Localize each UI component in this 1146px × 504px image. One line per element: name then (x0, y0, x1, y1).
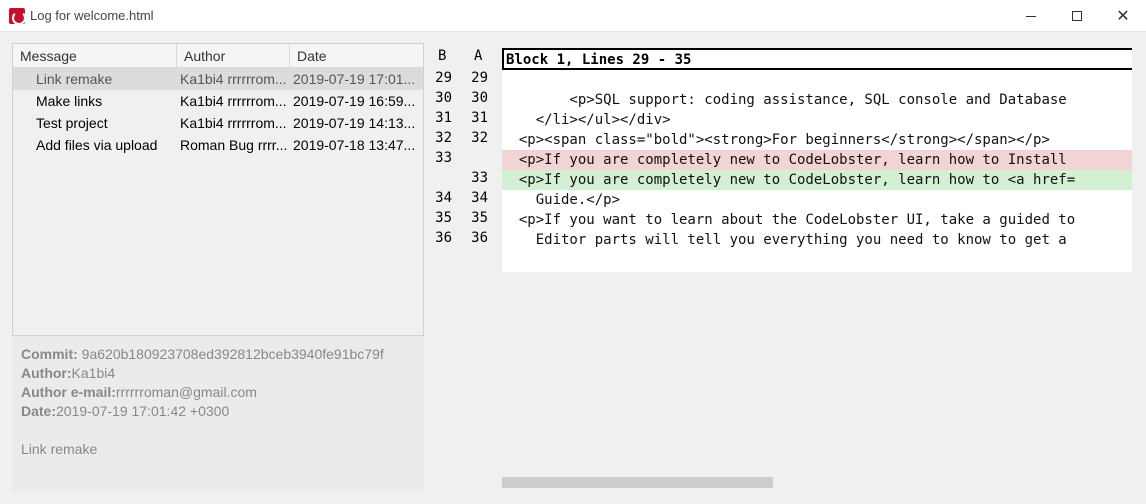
commit-label: Commit: (21, 346, 78, 362)
code-line: Guide.</p> (502, 192, 621, 208)
app-icon (9, 8, 26, 25)
line-number-before: 35 (435, 210, 452, 226)
column-header-message[interactable]: Message (13, 44, 177, 68)
column-header-date[interactable]: Date (290, 44, 423, 68)
row-date: 2019-07-18 13:47... (293, 137, 416, 153)
code-line: <p>SQL support: coding assistance, SQL c… (502, 92, 1067, 108)
row-message: Make links (36, 93, 103, 109)
table-header: Message Author Date (13, 44, 423, 68)
line-number-after: 36 (471, 230, 488, 246)
line-number-before: 33 (435, 150, 452, 166)
line-number-after: 33 (471, 170, 488, 186)
commit-hash: 9a620b180923708ed392812bceb3940fe91bc79f (77, 346, 384, 362)
close-icon: ✕ (1116, 8, 1130, 25)
code-line-added: <p>If you are completely new to CodeLobs… (502, 170, 1132, 190)
date-label: Date: (21, 403, 57, 419)
code-line: </li></ul></div> (502, 112, 671, 128)
commit-log-table[interactable]: Message Author Date Link remake Ka1bi4 r… (12, 43, 424, 336)
row-message: Test project (36, 115, 108, 131)
code-line-removed: <p>If you are completely new to CodeLobs… (502, 150, 1132, 170)
line-number-after: 35 (471, 210, 488, 226)
gutter-row: 29 29 (432, 68, 502, 88)
line-number-after: 34 (471, 190, 488, 206)
commit-hash-line: Commit: 9a620b180923708ed392812bceb3940f… (21, 345, 415, 364)
minimize-button[interactable] (1008, 0, 1054, 32)
author-line: Author:Ka1bi4 (21, 364, 415, 383)
author-value: Ka1bi4 (71, 365, 116, 381)
date-line: Date:2019-07-19 17:01:42 +0300 (21, 402, 415, 421)
code-line: Editor parts will tell you everything yo… (502, 232, 1067, 248)
title-bar: Log for welcome.html ✕ (0, 0, 1146, 32)
row-author: Ka1bi4 rrrrrrom... (180, 115, 287, 131)
table-row[interactable]: Test project Ka1bi4 rrrrrrom... 2019-07-… (13, 112, 423, 134)
minimize-icon (1026, 15, 1036, 17)
line-number-after: 29 (471, 70, 488, 86)
maximize-icon (1072, 11, 1082, 21)
line-number-before: 31 (435, 110, 452, 126)
line-number-after: 32 (471, 130, 488, 146)
table-row[interactable]: Link remake Ka1bi4 rrrrrrom... 2019-07-1… (13, 68, 423, 90)
row-author: Ka1bi4 rrrrrrom... (180, 71, 287, 87)
gutter-row: 30 30 (432, 88, 502, 108)
bottom-edge (0, 492, 1146, 504)
gutter-header-after: A (474, 48, 483, 64)
maximize-button[interactable] (1054, 0, 1100, 32)
column-header-author[interactable]: Author (177, 44, 290, 68)
email-label: Author e-mail: (21, 384, 116, 400)
email-line: Author e-mail:rrrrrroman@gmail.com (21, 383, 415, 402)
row-author: Roman Bug rrrr... (180, 137, 288, 153)
window-title: Log for welcome.html (30, 8, 154, 23)
date-value: 2019-07-19 17:01:42 +0300 (56, 403, 230, 419)
close-button[interactable]: ✕ (1100, 0, 1146, 32)
gutter-row: 32 32 (432, 128, 502, 148)
line-number-gutter: 29 29 30 30 31 31 32 32 33 33 34 34 35 35 36 36 (432, 68, 502, 248)
gutter-header-before: B (438, 48, 447, 64)
row-date: 2019-07-19 17:01... (293, 71, 416, 87)
gutter-row: 33 (432, 148, 502, 168)
diff-code-box[interactable]: Block 1, Lines 29 - 35 <p>SQL support: c… (502, 48, 1132, 272)
commit-message: Link remake (21, 441, 98, 457)
row-author: Ka1bi4 rrrrrrom... (180, 93, 287, 109)
line-number-before: 29 (435, 70, 452, 86)
gutter-row: 31 31 (432, 108, 502, 128)
line-number-after: 30 (471, 90, 488, 106)
commit-details: Commit: 9a620b180923708ed392812bceb3940f… (12, 336, 424, 494)
gutter-row: 35 35 (432, 208, 502, 228)
row-date: 2019-07-19 16:59... (293, 93, 416, 109)
horizontal-scrollbar[interactable] (502, 476, 1132, 489)
line-number-before: 34 (435, 190, 452, 206)
line-number-before: 30 (435, 90, 452, 106)
table-row[interactable]: Add files via upload Roman Bug rrrr... 2… (13, 134, 423, 156)
line-number-after: 31 (471, 110, 488, 126)
code-line: <p>If you want to learn about the CodeLo… (502, 212, 1076, 228)
scrollbar-thumb[interactable] (502, 477, 773, 488)
line-number-before: 32 (435, 130, 452, 146)
table-row[interactable]: Make links Ka1bi4 rrrrrrom... 2019-07-19… (13, 90, 423, 112)
diff-view: B A 29 29 30 30 31 31 32 32 33 33 34 34 35 35 … (432, 32, 1146, 492)
row-message: Add files via upload (36, 137, 158, 153)
gutter-row: 33 (432, 168, 502, 188)
log-panel: Message Author Date Link remake Ka1bi4 r… (0, 32, 432, 504)
row-date: 2019-07-19 14:13... (293, 115, 416, 131)
gutter-row: 34 34 (432, 188, 502, 208)
line-number-before: 36 (435, 230, 452, 246)
code-line: <p><span class="bold"><strong>For beginn… (502, 132, 1050, 148)
gutter-row: 36 36 (432, 228, 502, 248)
diff-block-header: Block 1, Lines 29 - 35 (502, 48, 1132, 70)
email-value: rrrrrroman@gmail.com (115, 384, 257, 400)
author-label: Author: (21, 365, 72, 381)
diff-code-lines: <p>SQL support: coding assistance, SQL c… (502, 70, 1132, 250)
row-message: Link remake (36, 71, 113, 87)
